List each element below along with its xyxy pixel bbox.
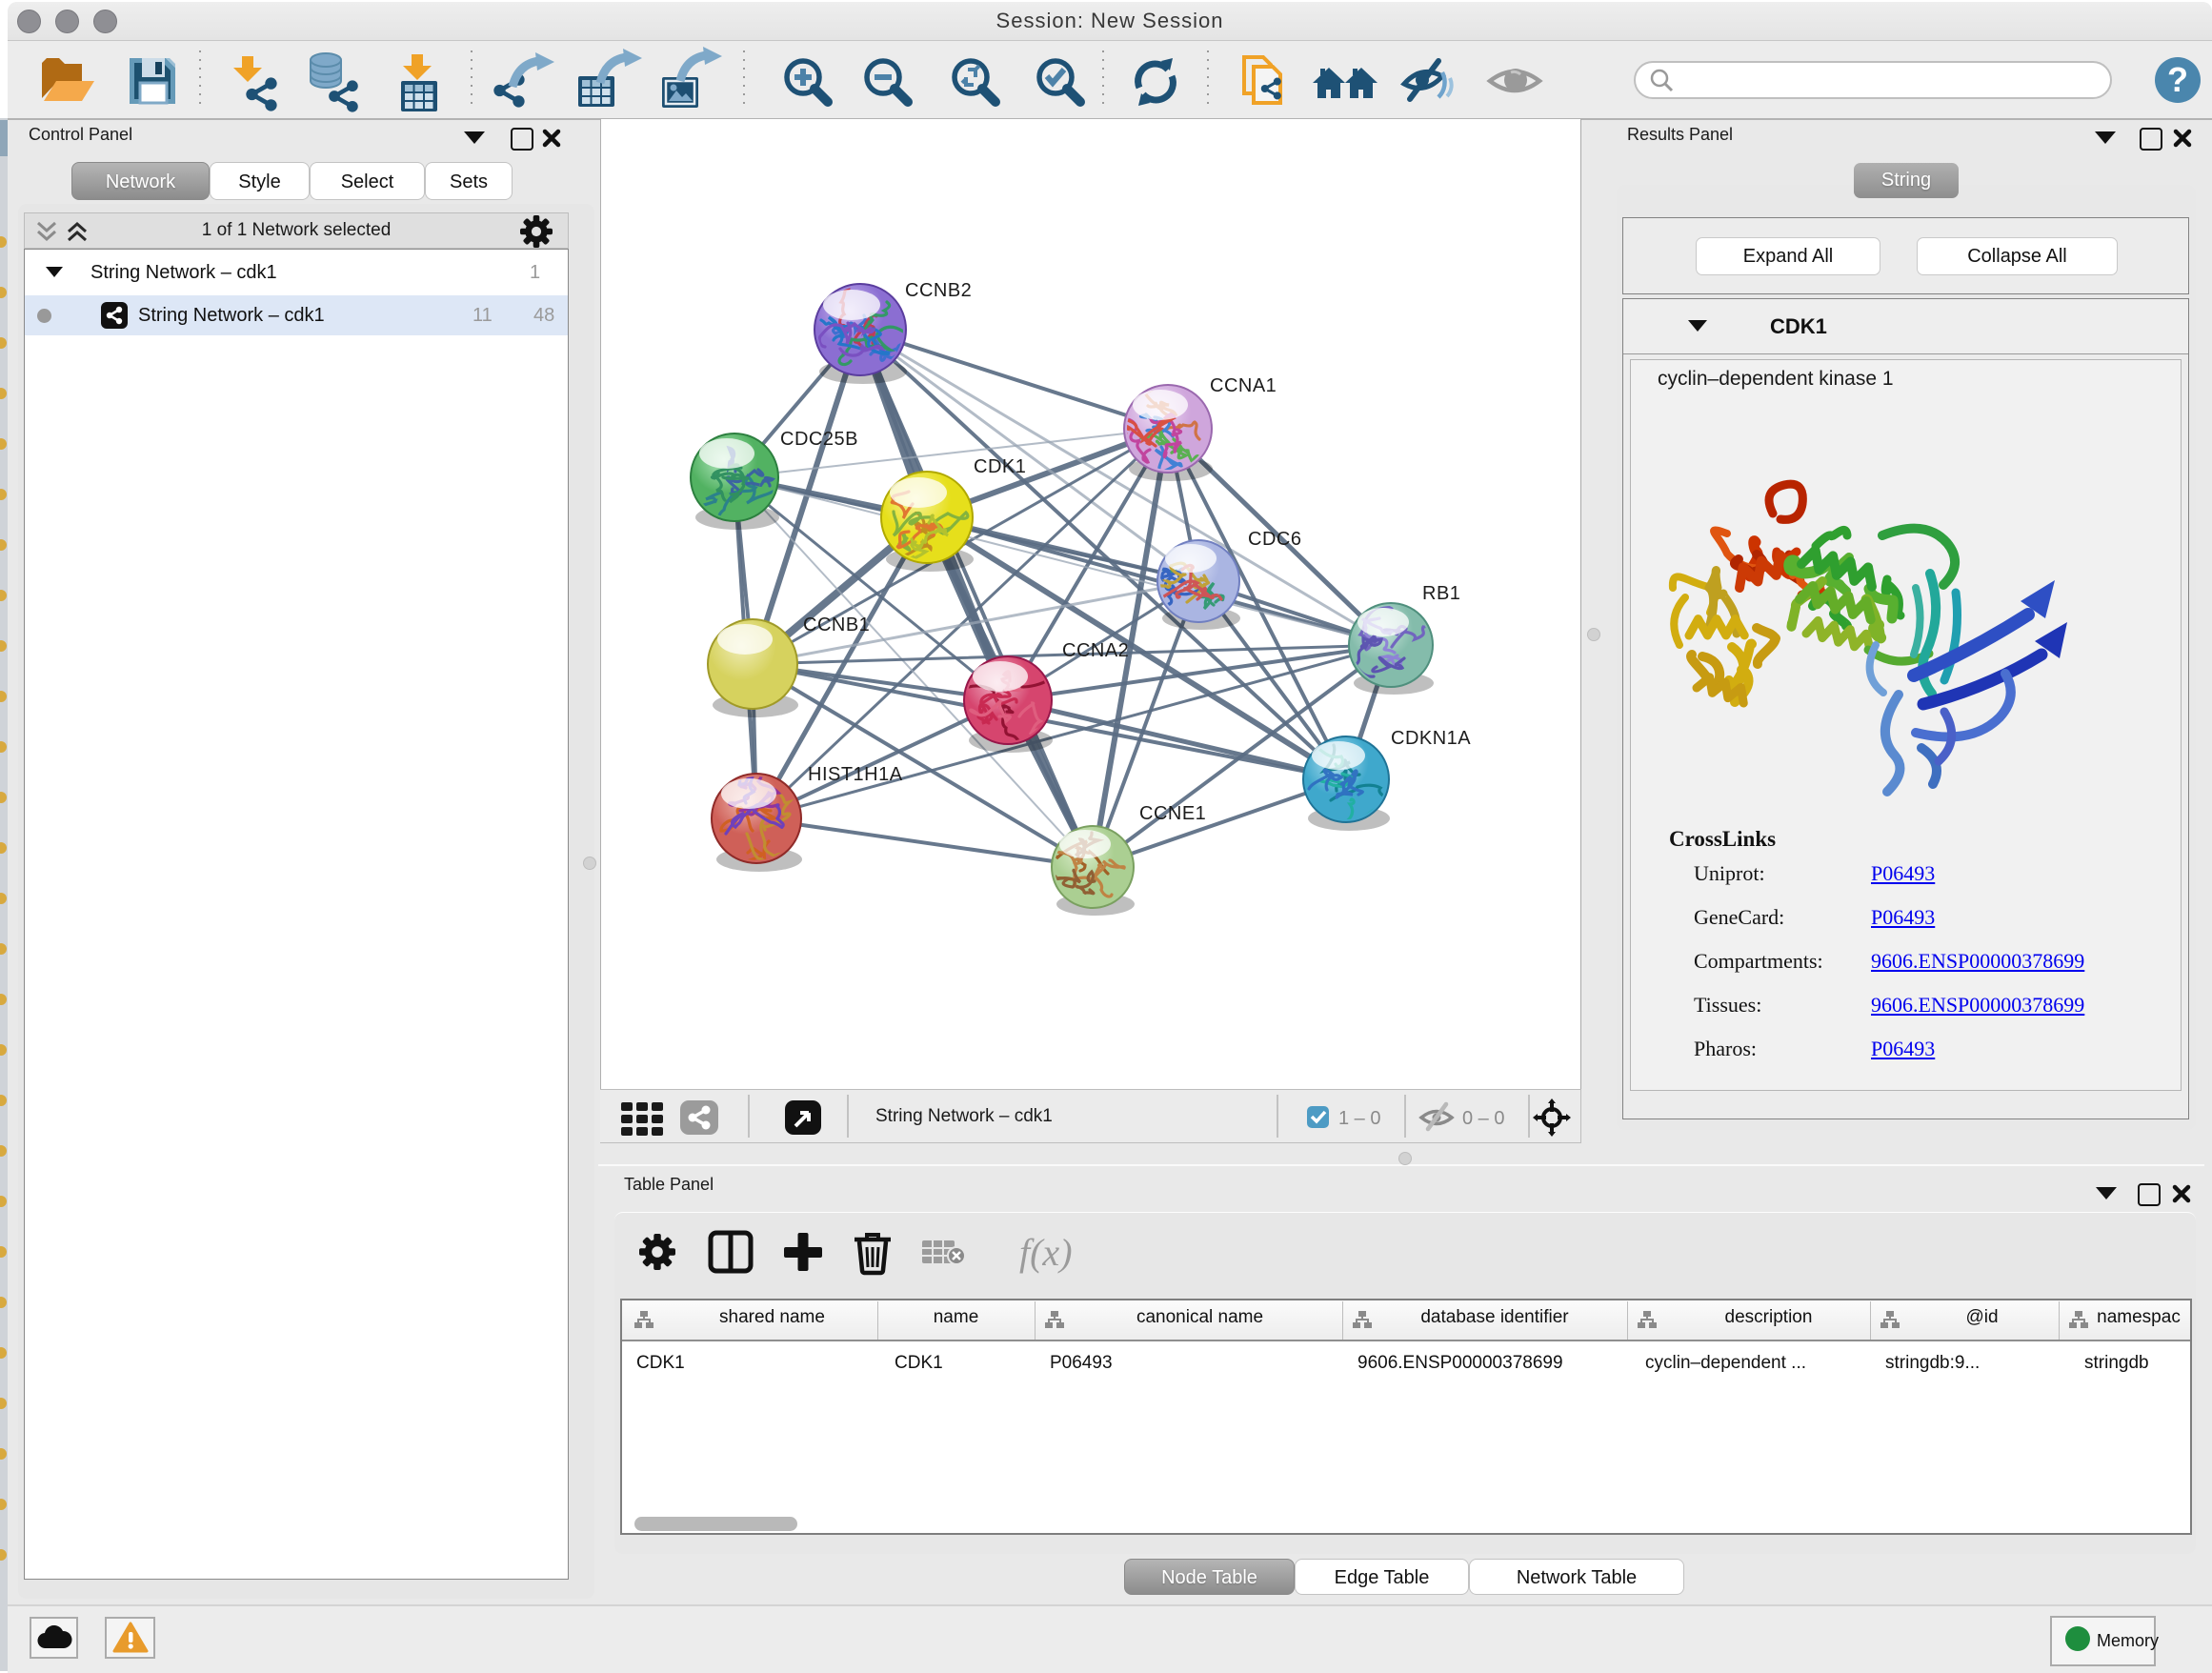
svg-text:1 – 0: 1 – 0 (1338, 1108, 1380, 1129)
svg-text:?: ? (2167, 60, 2188, 99)
svg-text:0 – 0: 0 – 0 (1462, 1108, 1504, 1129)
svg-text:f(x): f(x) (1019, 1231, 1073, 1274)
svg-text:CDC25B: CDC25B (780, 429, 858, 450)
svg-text:CCNB2: CCNB2 (905, 280, 972, 301)
svg-text:CDK1: CDK1 (974, 456, 1026, 477)
svg-text:HIST1H1A: HIST1H1A (808, 764, 903, 785)
svg-text:CCNA2: CCNA2 (1062, 640, 1129, 661)
svg-text:CCNE1: CCNE1 (1139, 803, 1206, 824)
svg-text:CDC6: CDC6 (1248, 529, 1301, 550)
svg-text:RB1: RB1 (1422, 583, 1460, 604)
svg-text:CDKN1A: CDKN1A (1391, 728, 1471, 749)
svg-text:CCNB1: CCNB1 (803, 615, 870, 635)
svg-text:CCNA1: CCNA1 (1210, 375, 1277, 396)
